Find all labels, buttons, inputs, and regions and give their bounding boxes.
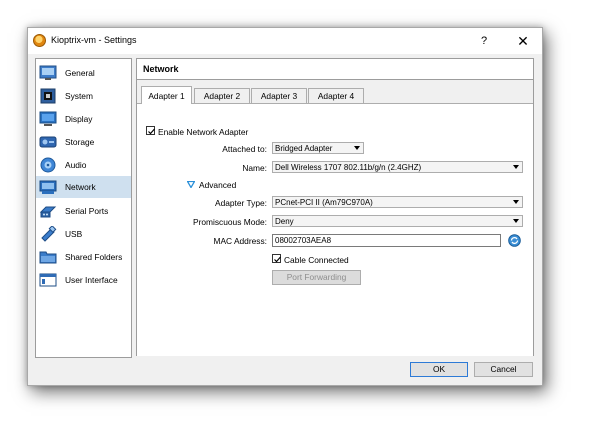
promiscuous-mode-select[interactable]: Deny [272, 215, 523, 227]
display-icon [39, 111, 57, 126]
system-icon [40, 88, 56, 104]
cancel-button[interactable]: Cancel [474, 362, 533, 377]
user-interface-icon [39, 273, 57, 287]
mac-address-value: 08002703AEA8 [275, 236, 332, 245]
adapter-type-value: PCnet-PCI II (Am79C970A) [275, 198, 373, 207]
chevron-down-icon [513, 165, 519, 169]
enable-adapter-label: Enable Network Adapter [158, 127, 249, 137]
sidebar-item-system[interactable]: System [36, 85, 131, 107]
sidebar-item-network[interactable]: Network [36, 176, 131, 198]
tab-adapter-3[interactable]: Adapter 3 [251, 88, 307, 103]
cable-connected-checkbox[interactable] [272, 254, 281, 263]
title-bar: Kioptrix-vm - Settings ? ✕ [28, 28, 542, 54]
shared-folders-icon [39, 251, 57, 264]
general-icon [39, 65, 57, 80]
advanced-label[interactable]: Advanced [199, 180, 236, 190]
sidebar-item-usb[interactable]: USB [36, 223, 131, 245]
sidebar-item-general[interactable]: General [36, 62, 131, 84]
sidebar-item-label: General [65, 68, 95, 78]
sidebar-item-audio[interactable]: Audio [36, 154, 131, 176]
sidebar-item-label: Serial Ports [65, 206, 109, 216]
sidebar-item-storage[interactable]: Storage [36, 131, 131, 153]
sidebar-item-serial-ports[interactable]: Serial Ports [36, 200, 131, 222]
close-button[interactable]: ✕ [512, 31, 534, 51]
promiscuous-mode-label: Promiscuous Mode: [192, 217, 267, 227]
section-header: Network [137, 59, 533, 80]
enable-adapter-checkbox[interactable] [146, 126, 155, 135]
sidebar-item-user-interface[interactable]: User Interface [36, 269, 131, 291]
sidebar-item-shared-folders[interactable]: Shared Folders [36, 246, 131, 268]
section-title: Network [143, 64, 179, 74]
audio-icon [40, 157, 56, 173]
name-label: Name: [242, 163, 267, 173]
chevron-down-icon [354, 146, 360, 150]
window-title: Kioptrix-vm - Settings [51, 35, 137, 45]
name-select[interactable]: Dell Wireless 1707 802.11b/g/n (2.4GHZ) [272, 161, 523, 173]
virtualbox-app-icon [33, 34, 46, 47]
checkmark-icon [148, 128, 155, 135]
port-forwarding-button[interactable]: Port Forwarding [272, 270, 361, 285]
adapter-tab-panel: Enable Network Adapter Attached to: Brid… [137, 103, 533, 356]
adapter-type-select[interactable]: PCnet-PCI II (Am79C970A) [272, 196, 523, 208]
refresh-mac-icon[interactable] [508, 234, 521, 247]
attached-to-label: Attached to: [222, 144, 267, 154]
adapter-type-label: Adapter Type: [215, 198, 267, 208]
storage-icon [39, 136, 57, 148]
sidebar-item-label: Storage [65, 137, 95, 147]
promiscuous-mode-value: Deny [275, 217, 294, 226]
sidebar-item-label: Shared Folders [65, 252, 123, 262]
tab-adapter-2[interactable]: Adapter 2 [194, 88, 250, 103]
name-value: Dell Wireless 1707 802.11b/g/n (2.4GHZ) [275, 163, 422, 172]
sidebar-item-display[interactable]: Display [36, 108, 131, 130]
settings-window: Kioptrix-vm - Settings ? ✕ General Syste… [27, 27, 543, 386]
sidebar-item-label: System [65, 91, 93, 101]
network-icon [39, 180, 57, 194]
advanced-expand-icon[interactable] [187, 181, 195, 188]
tab-adapter-1[interactable]: Adapter 1 [141, 86, 192, 104]
serial-ports-icon [39, 206, 57, 218]
attached-to-value: Bridged Adapter [275, 144, 333, 153]
help-button[interactable]: ? [474, 31, 494, 51]
sidebar-item-label: USB [65, 229, 83, 239]
sidebar-item-label: Network [65, 182, 96, 192]
mac-address-input[interactable]: 08002703AEA8 [272, 234, 501, 247]
attached-to-select[interactable]: Bridged Adapter [272, 142, 364, 154]
ok-button[interactable]: OK [410, 362, 468, 377]
sidebar-item-label: User Interface [65, 275, 118, 285]
cable-connected-label: Cable Connected [284, 255, 349, 265]
sidebar-item-label: Display [65, 114, 93, 124]
chevron-down-icon [513, 219, 519, 223]
settings-content: Network Enable Network Adapter Attached … [136, 58, 534, 356]
settings-sidebar: General System Display Storage Audio Net… [35, 58, 132, 358]
tab-adapter-4[interactable]: Adapter 4 [308, 88, 364, 103]
usb-icon [41, 226, 57, 242]
checkmark-icon [274, 256, 281, 263]
sidebar-item-label: Audio [65, 160, 87, 170]
mac-address-label: MAC Address: [213, 236, 267, 246]
chevron-down-icon [513, 200, 519, 204]
